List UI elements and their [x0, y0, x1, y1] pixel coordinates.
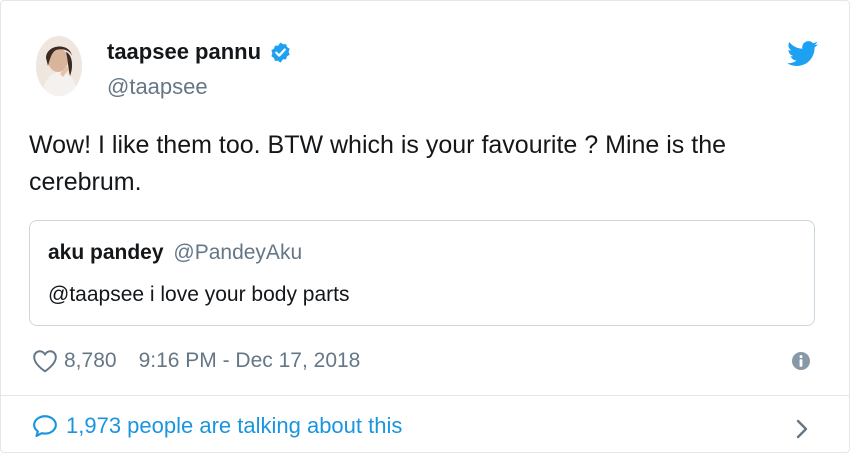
chevron-right-icon[interactable]: [795, 418, 809, 440]
author-name-row[interactable]: taapsee pannu: [107, 39, 292, 65]
conversation-count[interactable]: 1,973 people are talking about this: [66, 413, 402, 439]
author-name[interactable]: taapsee pannu: [107, 39, 261, 65]
avatar-image: [36, 36, 82, 96]
conversation-link[interactable]: 1,973 people are talking about this: [32, 413, 402, 439]
tweet-timestamp[interactable]: 9:16 PM - Dec 17, 2018: [139, 349, 361, 373]
verified-badge-icon: [271, 41, 290, 63]
like-count[interactable]: 8,780: [64, 349, 117, 373]
author-handle[interactable]: @taapsee: [107, 74, 208, 100]
quoted-author-name: aku pandey: [48, 241, 164, 264]
quoted-tweet-text: @taapsee i love your body parts: [48, 283, 350, 306]
tweet-meta: 8,780 9:16 PM - Dec 17, 2018: [32, 347, 360, 375]
heart-icon[interactable]: [32, 349, 58, 373]
quoted-tweet-header: aku pandey @PandeyAku: [48, 241, 302, 265]
speech-bubble-icon: [33, 415, 57, 438]
divider: [1, 395, 849, 396]
tweet-card: taapsee pannu @taapsee Wow! I like them …: [0, 0, 850, 453]
quoted-tweet[interactable]: aku pandey @PandeyAku @taapsee i love yo…: [29, 220, 815, 326]
twitter-bird-icon[interactable]: [787, 41, 819, 67]
info-icon[interactable]: [791, 351, 811, 371]
quoted-author-handle: @PandeyAku: [173, 241, 303, 264]
avatar[interactable]: [36, 36, 82, 96]
tweet-text: Wow! I like them too. BTW which is your …: [29, 131, 727, 196]
